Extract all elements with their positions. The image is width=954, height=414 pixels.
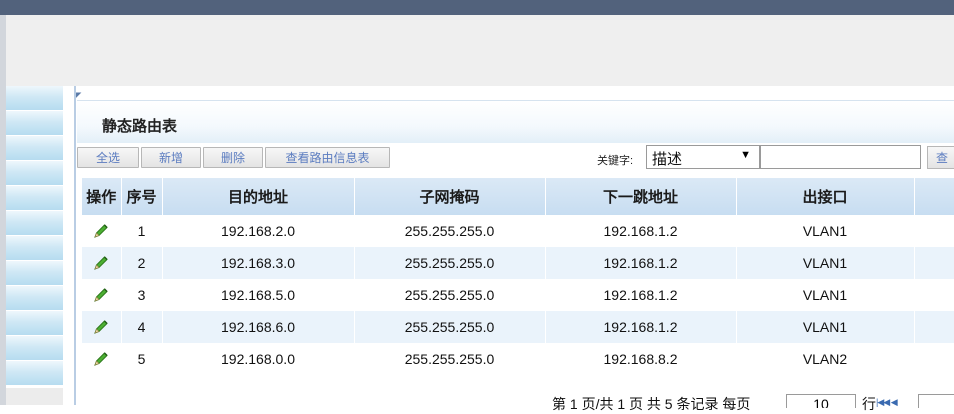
sidebar-item[interactable]: [6, 161, 63, 186]
cell-interface: VLAN2: [736, 343, 915, 375]
cell-destination: 192.168.2.0: [162, 215, 355, 247]
cell-interface: VLAN1: [736, 311, 915, 343]
sidebar-item[interactable]: [6, 211, 63, 236]
pencil-icon[interactable]: [92, 254, 110, 272]
cell-index: 3: [121, 279, 163, 311]
top-header-bar: [0, 0, 954, 15]
table-row: 2 192.168.3.0 255.255.255.0 192.168.1.2 VLAN…: [82, 247, 954, 279]
pencil-icon[interactable]: [92, 222, 110, 240]
toolbar: 全选 新增 删除 查看路由信息表 关键字: 描述 ▼ 查: [77, 143, 954, 173]
sidebar-item[interactable]: [6, 336, 63, 361]
cell-extra: [914, 215, 954, 247]
pencil-icon[interactable]: [92, 350, 110, 368]
page-number-input[interactable]: [918, 394, 954, 408]
add-button[interactable]: 新增: [141, 147, 201, 168]
panel-header: 静态路由表: [77, 100, 954, 144]
keyword-label: 关键字:: [597, 155, 634, 167]
cell-mask: 255.255.255.0: [354, 215, 546, 247]
table-row: 1 192.168.2.0 255.255.255.0 192.168.1.2 VLAN…: [82, 215, 954, 247]
column-header-interface: 出接口: [736, 178, 915, 215]
first-page-icon[interactable]: |◀◀: [876, 397, 890, 407]
sidebar-item[interactable]: [6, 261, 63, 286]
view-route-info-button[interactable]: 查看路由信息表: [265, 147, 390, 168]
edit-cell: [82, 343, 122, 375]
sidebar-item[interactable]: [6, 186, 63, 211]
keyword-select-value: 描述: [652, 151, 683, 168]
edit-cell: [82, 247, 122, 279]
cell-mask: 255.255.255.0: [354, 311, 546, 343]
cell-mask: 255.255.255.0: [354, 343, 546, 375]
search-button[interactable]: 查: [927, 146, 954, 169]
sidebar-item[interactable]: [6, 111, 63, 136]
edit-cell: [82, 279, 122, 311]
cell-index: 5: [121, 343, 163, 375]
column-header-extra: [914, 178, 954, 215]
column-header-index: 序号: [121, 178, 163, 215]
cell-next-hop: 192.168.8.2: [545, 343, 737, 375]
content-divider: [74, 86, 76, 405]
sidebar-item[interactable]: [6, 361, 63, 386]
cell-destination: 192.168.6.0: [162, 311, 355, 343]
sidebar-footer: [6, 388, 63, 405]
cell-next-hop: 192.168.1.2: [545, 279, 737, 311]
sidebar-item[interactable]: [6, 236, 63, 261]
select-all-button[interactable]: 全选: [77, 147, 139, 168]
cell-next-hop: 192.168.1.2: [545, 311, 737, 343]
corner-marker-icon: ◤: [76, 92, 82, 99]
column-header-mask: 子网掩码: [354, 178, 546, 215]
cell-interface: VLAN1: [736, 247, 915, 279]
sidebar-item[interactable]: [6, 136, 63, 161]
edit-cell: [82, 215, 122, 247]
sidebar-item[interactable]: [6, 286, 63, 311]
top-gray-strip: [0, 15, 954, 86]
cell-next-hop: 192.168.1.2: [545, 215, 737, 247]
cell-mask: 255.255.255.0: [354, 247, 546, 279]
prev-page-icon[interactable]: ◀: [891, 397, 898, 407]
page-title: 静态路由表: [102, 118, 178, 135]
pencil-icon[interactable]: [92, 286, 110, 304]
table-row: 3 192.168.5.0 255.255.255.0 192.168.1.2 VLAN…: [82, 279, 954, 311]
sidebar: [6, 86, 63, 405]
pagination-summary: 第 1 页/共 1 页 共 5 条记录 每页: [552, 396, 751, 412]
column-header-next-hop: 下一跳地址: [545, 178, 737, 215]
page-size-input[interactable]: 10: [786, 394, 856, 408]
table-header-row: 操作 序号 目的地址 子网掩码 下一跳地址 出接口: [82, 178, 954, 215]
cell-extra: [914, 279, 954, 311]
table-row: 5 192.168.0.0 255.255.255.0 192.168.8.2 VLAN…: [82, 343, 954, 375]
dropdown-arrow-icon: ▼: [740, 149, 751, 161]
cell-mask: 255.255.255.0: [354, 279, 546, 311]
cell-extra: [914, 311, 954, 343]
column-header-action: 操作: [82, 178, 122, 215]
cell-extra: [914, 247, 954, 279]
edit-cell: [82, 311, 122, 343]
pagination-nav: |◀◀ ◀: [876, 397, 898, 408]
keyword-select[interactable]: 描述 ▼: [646, 145, 760, 169]
route-table: 操作 序号 目的地址 子网掩码 下一跳地址 出接口 1 192.168.2.0 25…: [82, 178, 954, 375]
cell-index: 1: [121, 215, 163, 247]
route-table-container: 操作 序号 目的地址 子网掩码 下一跳地址 出接口 1 192.168.2.0 25…: [82, 178, 954, 375]
cell-index: 4: [121, 311, 163, 343]
cell-interface: VLAN1: [736, 215, 915, 247]
cell-index: 2: [121, 247, 163, 279]
pencil-icon[interactable]: [92, 318, 110, 336]
sidebar-item[interactable]: [6, 86, 63, 111]
cell-extra: [914, 343, 954, 375]
cell-destination: 192.168.3.0: [162, 247, 355, 279]
cell-destination: 192.168.5.0: [162, 279, 355, 311]
delete-button[interactable]: 删除: [203, 147, 263, 168]
rows-label: 行: [862, 396, 876, 412]
cell-interface: VLAN1: [736, 279, 915, 311]
column-header-destination: 目的地址: [162, 178, 355, 215]
table-row: 4 192.168.6.0 255.255.255.0 192.168.1.2 VLAN…: [82, 311, 954, 343]
cell-destination: 192.168.0.0: [162, 343, 355, 375]
cell-next-hop: 192.168.1.2: [545, 247, 737, 279]
sidebar-item[interactable]: [6, 311, 63, 336]
keyword-input[interactable]: [760, 145, 921, 169]
